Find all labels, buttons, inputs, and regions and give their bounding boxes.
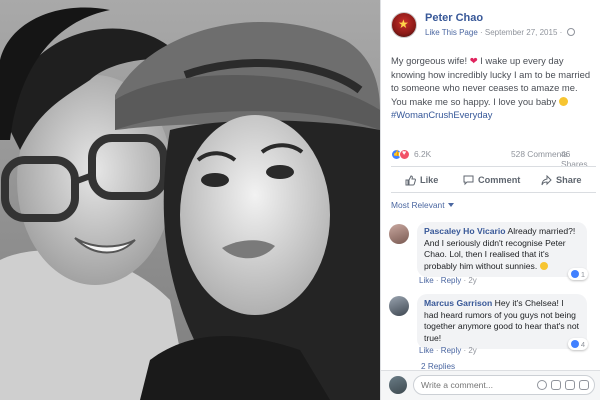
commenter-name[interactable]: Pascaley Ho Vicario: [424, 226, 506, 236]
comment-footer: Like · Reply · 2y: [419, 276, 477, 285]
page-name-link[interactable]: Peter Chao: [425, 12, 483, 24]
comment-like-link[interactable]: Like: [419, 346, 434, 355]
current-user-avatar[interactable]: [389, 376, 407, 394]
wink-emoji-icon: [558, 96, 568, 106]
heart-emoji: ❤: [469, 55, 478, 66]
love-reaction-icon: [399, 149, 410, 160]
comment-composer-bar: [381, 370, 600, 400]
comment-reply-link[interactable]: Reply: [441, 346, 461, 355]
share-label: Share: [556, 175, 582, 185]
gif-icon[interactable]: [565, 380, 575, 390]
post-meta: Like This Page · September 27, 2015 ·: [425, 28, 575, 37]
like-button[interactable]: Like: [405, 172, 438, 188]
like-reaction-icon: [570, 340, 579, 348]
couple-photo-illustration: [0, 0, 380, 400]
sticker-icon[interactable]: [579, 380, 589, 390]
caret-down-icon: [447, 203, 454, 207]
comment-time[interactable]: 2y: [468, 276, 476, 285]
reaction-icons[interactable]: [391, 149, 413, 160]
comment-icon: [463, 175, 474, 186]
post-panel: ★ Peter Chao Like This Page · September …: [380, 0, 600, 400]
emoji-icon[interactable]: [537, 380, 547, 390]
comment-bubble: Pascaley Ho Vicario Already married?! An…: [417, 222, 587, 278]
comment-time[interactable]: 2y: [468, 346, 476, 355]
like-reaction-icon: [570, 270, 579, 278]
reactions-row: 6.2K 528 Comments 46 Shares: [391, 148, 596, 169]
composer-icons: [537, 380, 589, 390]
reaction-count[interactable]: 6.2K: [414, 149, 431, 159]
meta-separator: ·: [477, 28, 485, 37]
grin-emoji-icon: [539, 261, 548, 270]
comments-count[interactable]: 528 Comments: [511, 149, 568, 159]
sort-label: Most Relevant: [391, 200, 445, 210]
page-avatar[interactable]: ★: [391, 12, 417, 38]
hashtag-link[interactable]: #WomanCrushEveryday: [391, 109, 492, 120]
divider-bottom: [391, 192, 596, 193]
divider-top: [391, 166, 596, 167]
comment-label: Comment: [478, 175, 521, 185]
like-page-link[interactable]: Like This Page: [425, 28, 478, 37]
comment-reply-link[interactable]: Reply: [441, 276, 461, 285]
post-actions: Like Comment Share: [391, 172, 596, 188]
comment-like-count[interactable]: 4: [567, 338, 588, 350]
like-label: Like: [420, 175, 439, 185]
post-photo[interactable]: [0, 0, 380, 400]
post-date[interactable]: September 27, 2015: [485, 28, 558, 37]
commenter-name[interactable]: Marcus Garrison: [424, 298, 492, 308]
comment-like-link[interactable]: Like: [419, 276, 434, 285]
commenter-avatar[interactable]: [389, 224, 409, 244]
camera-icon[interactable]: [551, 380, 561, 390]
post-text-part-1: My gorgeous wife!: [391, 55, 470, 66]
post-text: My gorgeous wife! ❤ I wake up every day …: [391, 54, 595, 122]
comment-likes-number: 4: [580, 339, 585, 349]
comment-like-count[interactable]: 1: [567, 268, 588, 280]
post-header: ★ Peter Chao Like This Page · September …: [391, 10, 596, 42]
share-button[interactable]: Share: [541, 172, 582, 188]
meta-dot: ·: [557, 28, 565, 37]
share-arrow-icon: [541, 174, 552, 186]
comment-likes-number: 1: [580, 269, 585, 279]
commenter-avatar[interactable]: [389, 296, 409, 316]
comment-sort-dropdown[interactable]: Most Relevant: [391, 200, 454, 210]
comment-footer: Like · Reply · 2y: [419, 346, 477, 355]
comment-bubble: Marcus Garrison Hey it's Chelsea! I had …: [417, 294, 587, 350]
star-icon: ★: [398, 17, 409, 31]
globe-icon: [566, 28, 575, 36]
thumbs-up-icon: [405, 174, 416, 186]
